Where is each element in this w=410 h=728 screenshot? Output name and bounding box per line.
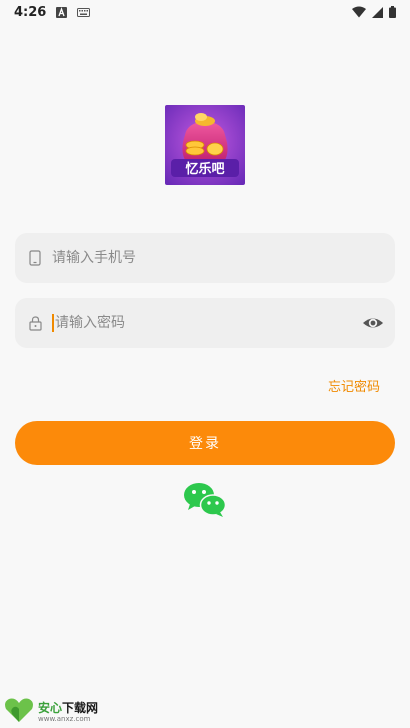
phone-field[interactable] [15, 233, 395, 283]
lock-icon [28, 314, 42, 332]
watermark-logo-icon [4, 697, 34, 727]
login-screen: 4:26 忆乐吧 请输入手机号 忘记密码 登录 安心下载网 www.anxz.c… [0, 0, 410, 728]
keyboard-icon [77, 7, 91, 17]
status-bar: 4:26 [0, 0, 410, 24]
signal-icon [372, 3, 383, 22]
watermark: 安心下载网 www.anxz.com [4, 698, 114, 726]
login-button[interactable]: 登录 [15, 421, 395, 465]
eye-icon[interactable] [362, 312, 384, 334]
wechat-icon[interactable] [183, 482, 227, 518]
wifi-icon [352, 3, 366, 22]
app-logo: 忆乐吧 [165, 105, 245, 185]
logo-text: 忆乐吧 [185, 161, 224, 177]
status-indicators [352, 3, 396, 22]
forgot-password-link[interactable]: 忘记密码 [328, 376, 380, 395]
password-field[interactable] [15, 298, 395, 348]
notification-a-icon [56, 6, 68, 18]
watermark-url: www.anxz.com [38, 714, 91, 723]
password-input[interactable] [55, 308, 345, 338]
status-time: 4:26 [14, 4, 47, 20]
watermark-brand: 安心下载网 [38, 700, 99, 715]
phone-icon [28, 249, 42, 267]
text-cursor [52, 314, 54, 332]
battery-icon [389, 3, 396, 22]
phone-input[interactable] [52, 243, 342, 273]
